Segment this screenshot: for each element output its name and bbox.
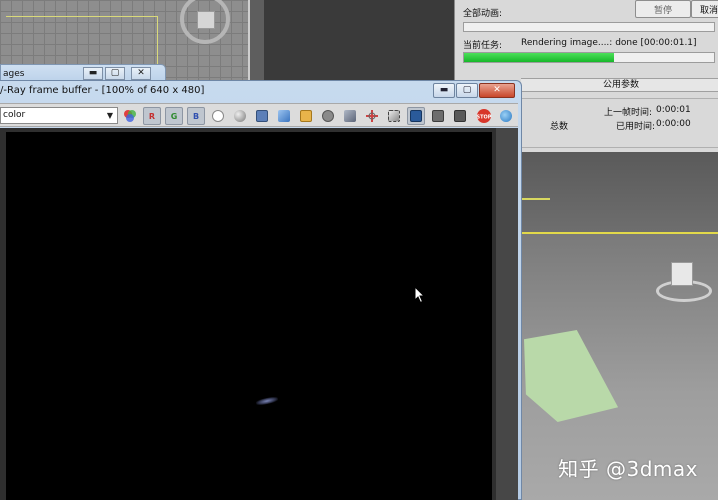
last-frame-time-label: 上一帧时间:	[604, 108, 653, 118]
stop-icon-label: STOP	[477, 115, 492, 121]
info-icon	[454, 110, 466, 122]
maximize-button[interactable]: ▢	[456, 83, 478, 98]
viewcube-icon[interactable]	[197, 11, 215, 29]
viewport-axis-line	[520, 198, 550, 200]
viewcube-icon[interactable]	[671, 262, 693, 286]
window-title: /-Ray frame buffer - [100% of 640 x 480]	[0, 85, 205, 96]
maximize-button[interactable]: ▢	[105, 67, 125, 80]
rendered-image[interactable]	[6, 132, 492, 500]
alpha-circle-icon	[212, 110, 224, 122]
window-title: ages	[3, 69, 25, 79]
stop-icon: STOP	[477, 109, 492, 123]
alpha-channel-button[interactable]	[209, 107, 227, 125]
color-wheel-icon	[124, 110, 136, 122]
render-channel-value: color	[3, 110, 26, 120]
duplicate-icon	[344, 110, 356, 122]
stop-render-button[interactable]: STOP	[475, 107, 493, 125]
plane-object[interactable]	[524, 330, 619, 422]
progress-fill	[464, 53, 614, 62]
vfb-image-area[interactable]	[0, 128, 518, 500]
render-channel-select[interactable]: color ▼	[0, 107, 118, 124]
clear-image-button[interactable]	[319, 107, 337, 125]
viewport-divider	[250, 0, 264, 80]
current-task-progress-bar	[463, 52, 715, 63]
pause-button[interactable]: 暂停	[635, 0, 691, 18]
all-animation-progress-bar	[463, 22, 715, 32]
monochrome-button[interactable]	[231, 107, 249, 125]
all-animation-label: 全部动画:	[463, 9, 503, 19]
close-button[interactable]: ✕	[131, 67, 151, 80]
clear-icon	[322, 110, 334, 122]
mouse-cursor-icon	[414, 286, 426, 304]
red-channel-button[interactable]: R	[143, 107, 161, 125]
save-icon	[256, 110, 268, 122]
elapsed-time-value: 0:00:00	[656, 119, 691, 129]
save-image-button[interactable]	[253, 107, 271, 125]
vray-frame-buffer-window[interactable]: /-Ray frame buffer - [100% of 640 x 480]…	[0, 80, 522, 500]
crosshair-icon	[366, 110, 378, 122]
folder-icon	[300, 110, 312, 122]
current-task-label: 当前任务:	[463, 41, 503, 51]
vfb-scroll-area[interactable]	[496, 128, 518, 500]
render-last-button[interactable]	[497, 107, 515, 125]
vfb-toolbar: color ▼ R G B STOP	[0, 103, 518, 127]
teapot-icon	[500, 110, 512, 122]
viewcube-ring-icon[interactable]	[180, 0, 230, 44]
blue-channel-button[interactable]: B	[187, 107, 205, 125]
track-mouse-button[interactable]	[363, 107, 381, 125]
render-region-button[interactable]	[385, 107, 403, 125]
watermark: 知乎 @3dmax	[558, 457, 698, 481]
green-channel-button[interactable]: G	[165, 107, 183, 125]
total-label: 总数	[550, 122, 569, 132]
right-viewport[interactable]	[520, 152, 718, 232]
minimize-button[interactable]: ▬	[83, 67, 103, 80]
open-folder-button[interactable]	[297, 107, 315, 125]
mono-sphere-icon	[234, 110, 246, 122]
window-controls: ▬ ▢ ✕	[432, 83, 515, 98]
duplicate-to-max-button[interactable]	[341, 107, 359, 125]
pixel-info-button[interactable]	[451, 107, 469, 125]
color-picker-button[interactable]	[121, 107, 139, 125]
link-to-vray-button[interactable]	[407, 107, 425, 125]
corrections-icon	[432, 110, 444, 122]
minimize-button[interactable]: ▬	[433, 83, 455, 98]
load-icon	[278, 110, 290, 122]
link-icon	[410, 110, 422, 122]
common-parameters-group: 总数 上一帧时间: 0:00:01 已用时间: 0:00:00	[521, 98, 718, 148]
last-frame-time-value: 0:00:01	[656, 105, 691, 115]
current-task-text: Rendering image....: done [00:00:01.1]	[521, 38, 697, 48]
cancel-button[interactable]: 取消	[691, 0, 718, 18]
elapsed-time-label: 已用时间:	[616, 122, 656, 132]
rendered-highlight	[255, 395, 279, 407]
show-corrections-button[interactable]	[429, 107, 447, 125]
chevron-down-icon[interactable]: ▼	[104, 109, 116, 122]
region-icon	[388, 110, 400, 122]
close-button[interactable]: ✕	[479, 83, 515, 98]
common-parameters-header[interactable]: 公用参数	[521, 78, 718, 92]
load-image-button[interactable]	[275, 107, 293, 125]
